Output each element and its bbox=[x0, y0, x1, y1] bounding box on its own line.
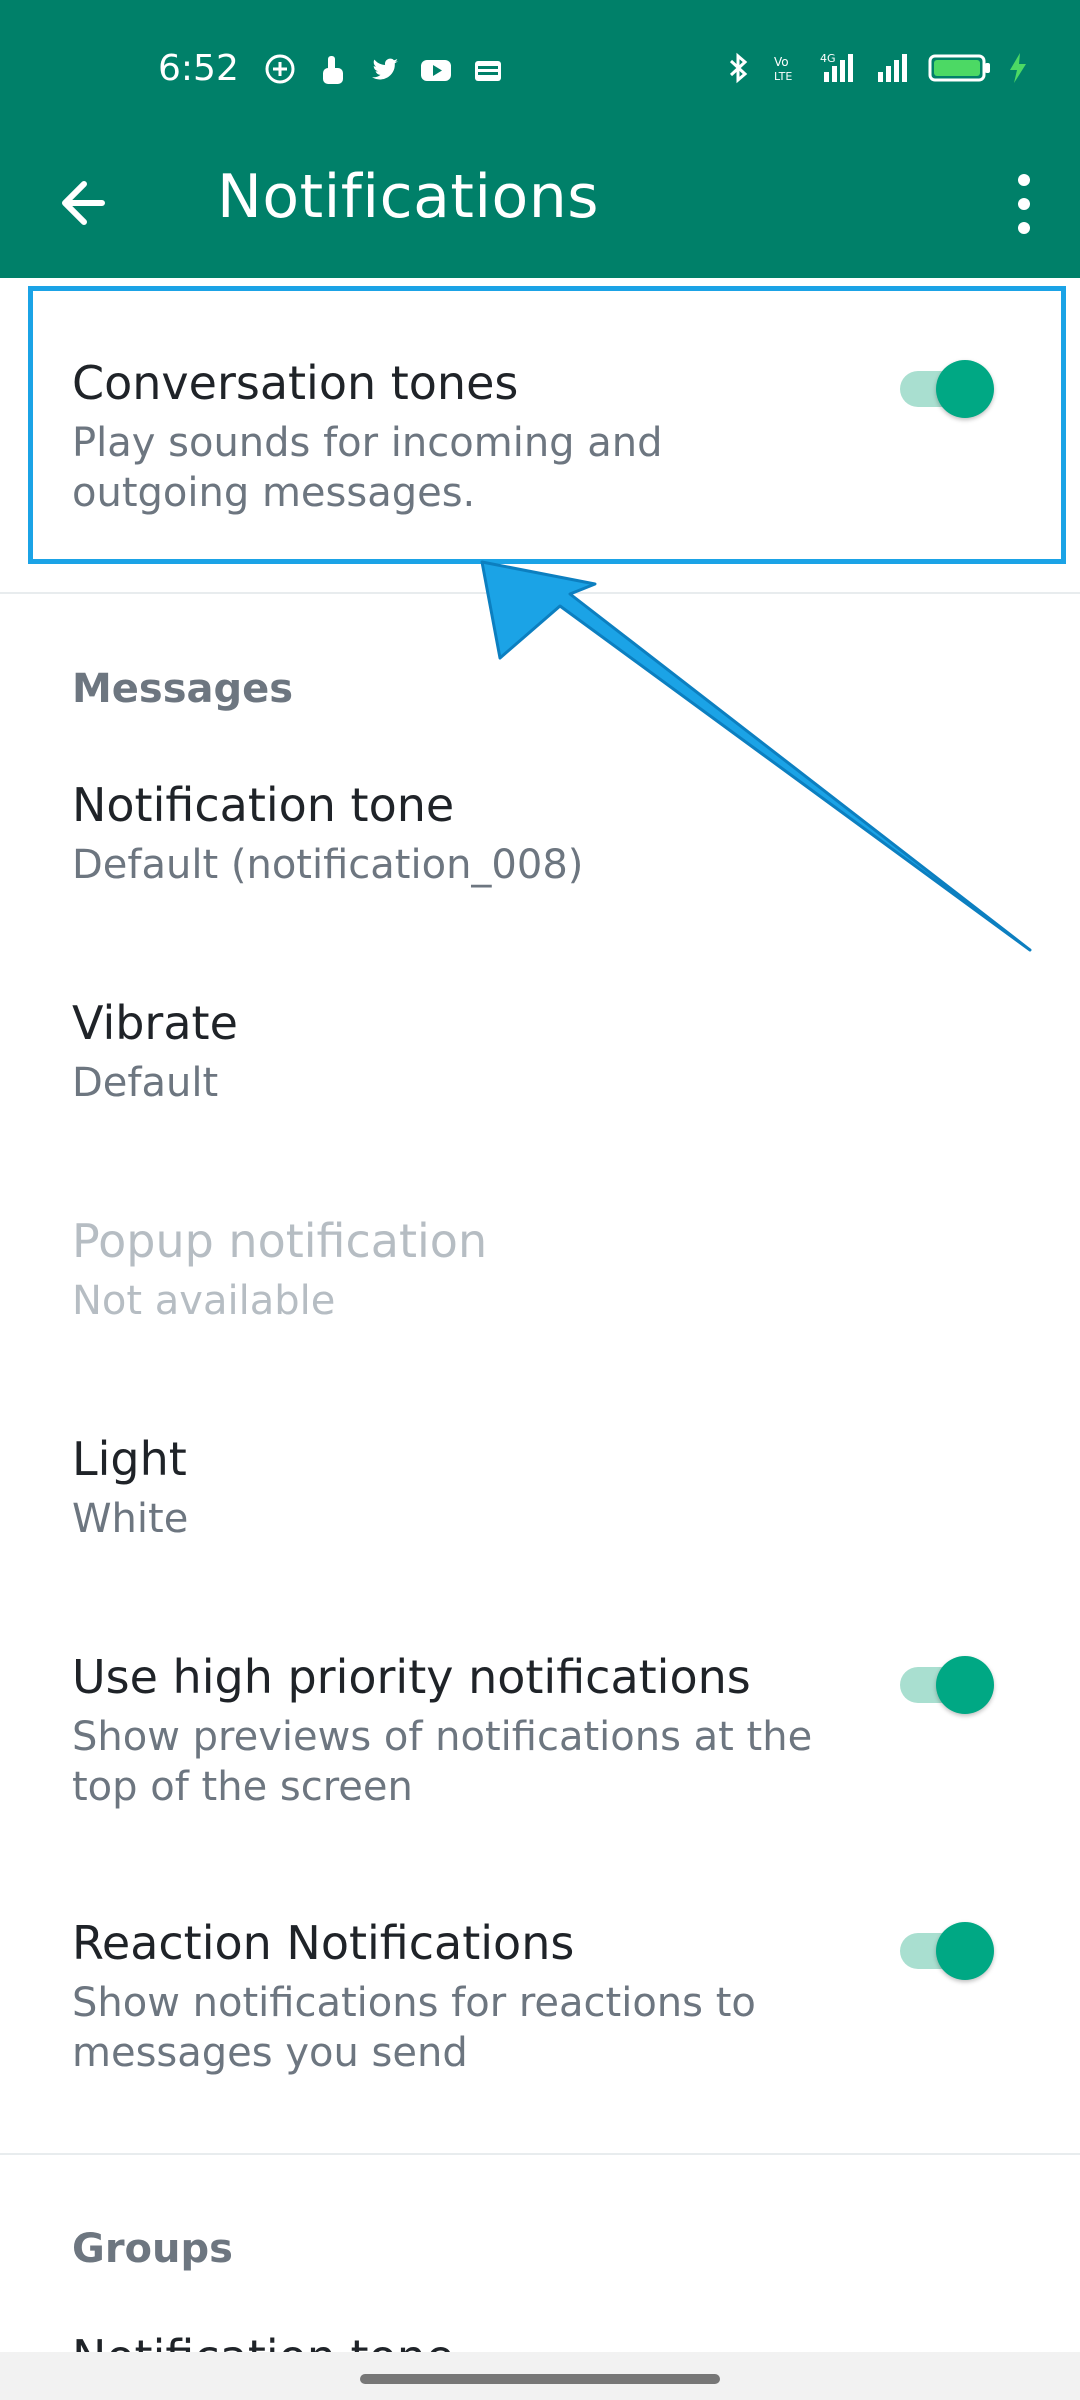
wallet-icon bbox=[475, 61, 501, 81]
chat-bubble-icon bbox=[265, 54, 295, 84]
status-bar: 6:52 Vo LTE 4G bbox=[0, 0, 1080, 140]
youtube-icon bbox=[421, 60, 451, 81]
setting-subtitle: Show notifications for reactions to mess… bbox=[72, 1980, 756, 2076]
setting-subtitle: Show previews of notifications at the to… bbox=[72, 1714, 813, 1810]
svg-text:LTE: LTE bbox=[774, 70, 792, 83]
vibrate-setting[interactable]: Vibrate Default bbox=[0, 978, 1080, 1158]
signal-icon bbox=[878, 54, 907, 82]
toggle-thumb bbox=[936, 1656, 994, 1714]
twitter-icon bbox=[372, 58, 398, 80]
toggle-thumb bbox=[936, 1922, 994, 1980]
section-header-groups: Groups bbox=[72, 2226, 233, 2272]
volte-icon: VoLTE bbox=[774, 55, 792, 83]
touch-icon bbox=[323, 56, 343, 84]
highlight-box bbox=[28, 286, 1066, 564]
page-title: Notifications bbox=[217, 162, 600, 232]
section-header-messages: Messages bbox=[72, 666, 294, 712]
svg-text:Vo: Vo bbox=[774, 55, 789, 69]
home-gesture-pill[interactable] bbox=[360, 2374, 720, 2384]
bluetooth-icon bbox=[729, 52, 748, 84]
annotation-arrow-icon bbox=[480, 560, 1032, 952]
setting-title: Popup notification bbox=[72, 1214, 488, 1268]
setting-subtitle: Default bbox=[72, 1060, 219, 1106]
app-bar: Notifications bbox=[0, 140, 1080, 278]
setting-title: Light bbox=[72, 1432, 187, 1486]
reaction-notifications-setting[interactable]: Reaction Notifications Show notification… bbox=[0, 1898, 1080, 2118]
setting-subtitle: Not available bbox=[72, 1278, 336, 1324]
high-priority-setting[interactable]: Use high priority notifications Show pre… bbox=[0, 1632, 1080, 1852]
charging-icon bbox=[1010, 53, 1026, 83]
divider bbox=[0, 2153, 1080, 2155]
setting-title: Use high priority notifications bbox=[72, 1650, 751, 1704]
status-notification-icons bbox=[262, 52, 506, 88]
svg-text:4G: 4G bbox=[820, 52, 836, 65]
popup-notification-setting: Popup notification Not available bbox=[0, 1196, 1080, 1376]
setting-title: Reaction Notifications bbox=[72, 1916, 575, 1970]
reaction-notifications-toggle[interactable] bbox=[900, 1918, 1000, 1984]
battery-icon bbox=[928, 54, 990, 82]
high-priority-toggle[interactable] bbox=[900, 1652, 1000, 1718]
setting-title: Vibrate bbox=[72, 996, 238, 1050]
navigation-bar bbox=[0, 2352, 1080, 2400]
back-arrow-icon[interactable] bbox=[52, 168, 122, 238]
setting-subtitle: White bbox=[72, 1496, 189, 1542]
groups-notification-tone-partial[interactable]: Notification tone bbox=[72, 2330, 454, 2354]
signal-4g-icon: 4G bbox=[820, 52, 853, 82]
more-vertical-icon[interactable] bbox=[992, 164, 1056, 244]
setting-title: Notification tone bbox=[72, 778, 455, 832]
status-time: 6:52 bbox=[158, 48, 239, 89]
light-setting[interactable]: Light White bbox=[0, 1414, 1080, 1594]
status-system-icons: Vo LTE 4G bbox=[720, 50, 1030, 86]
